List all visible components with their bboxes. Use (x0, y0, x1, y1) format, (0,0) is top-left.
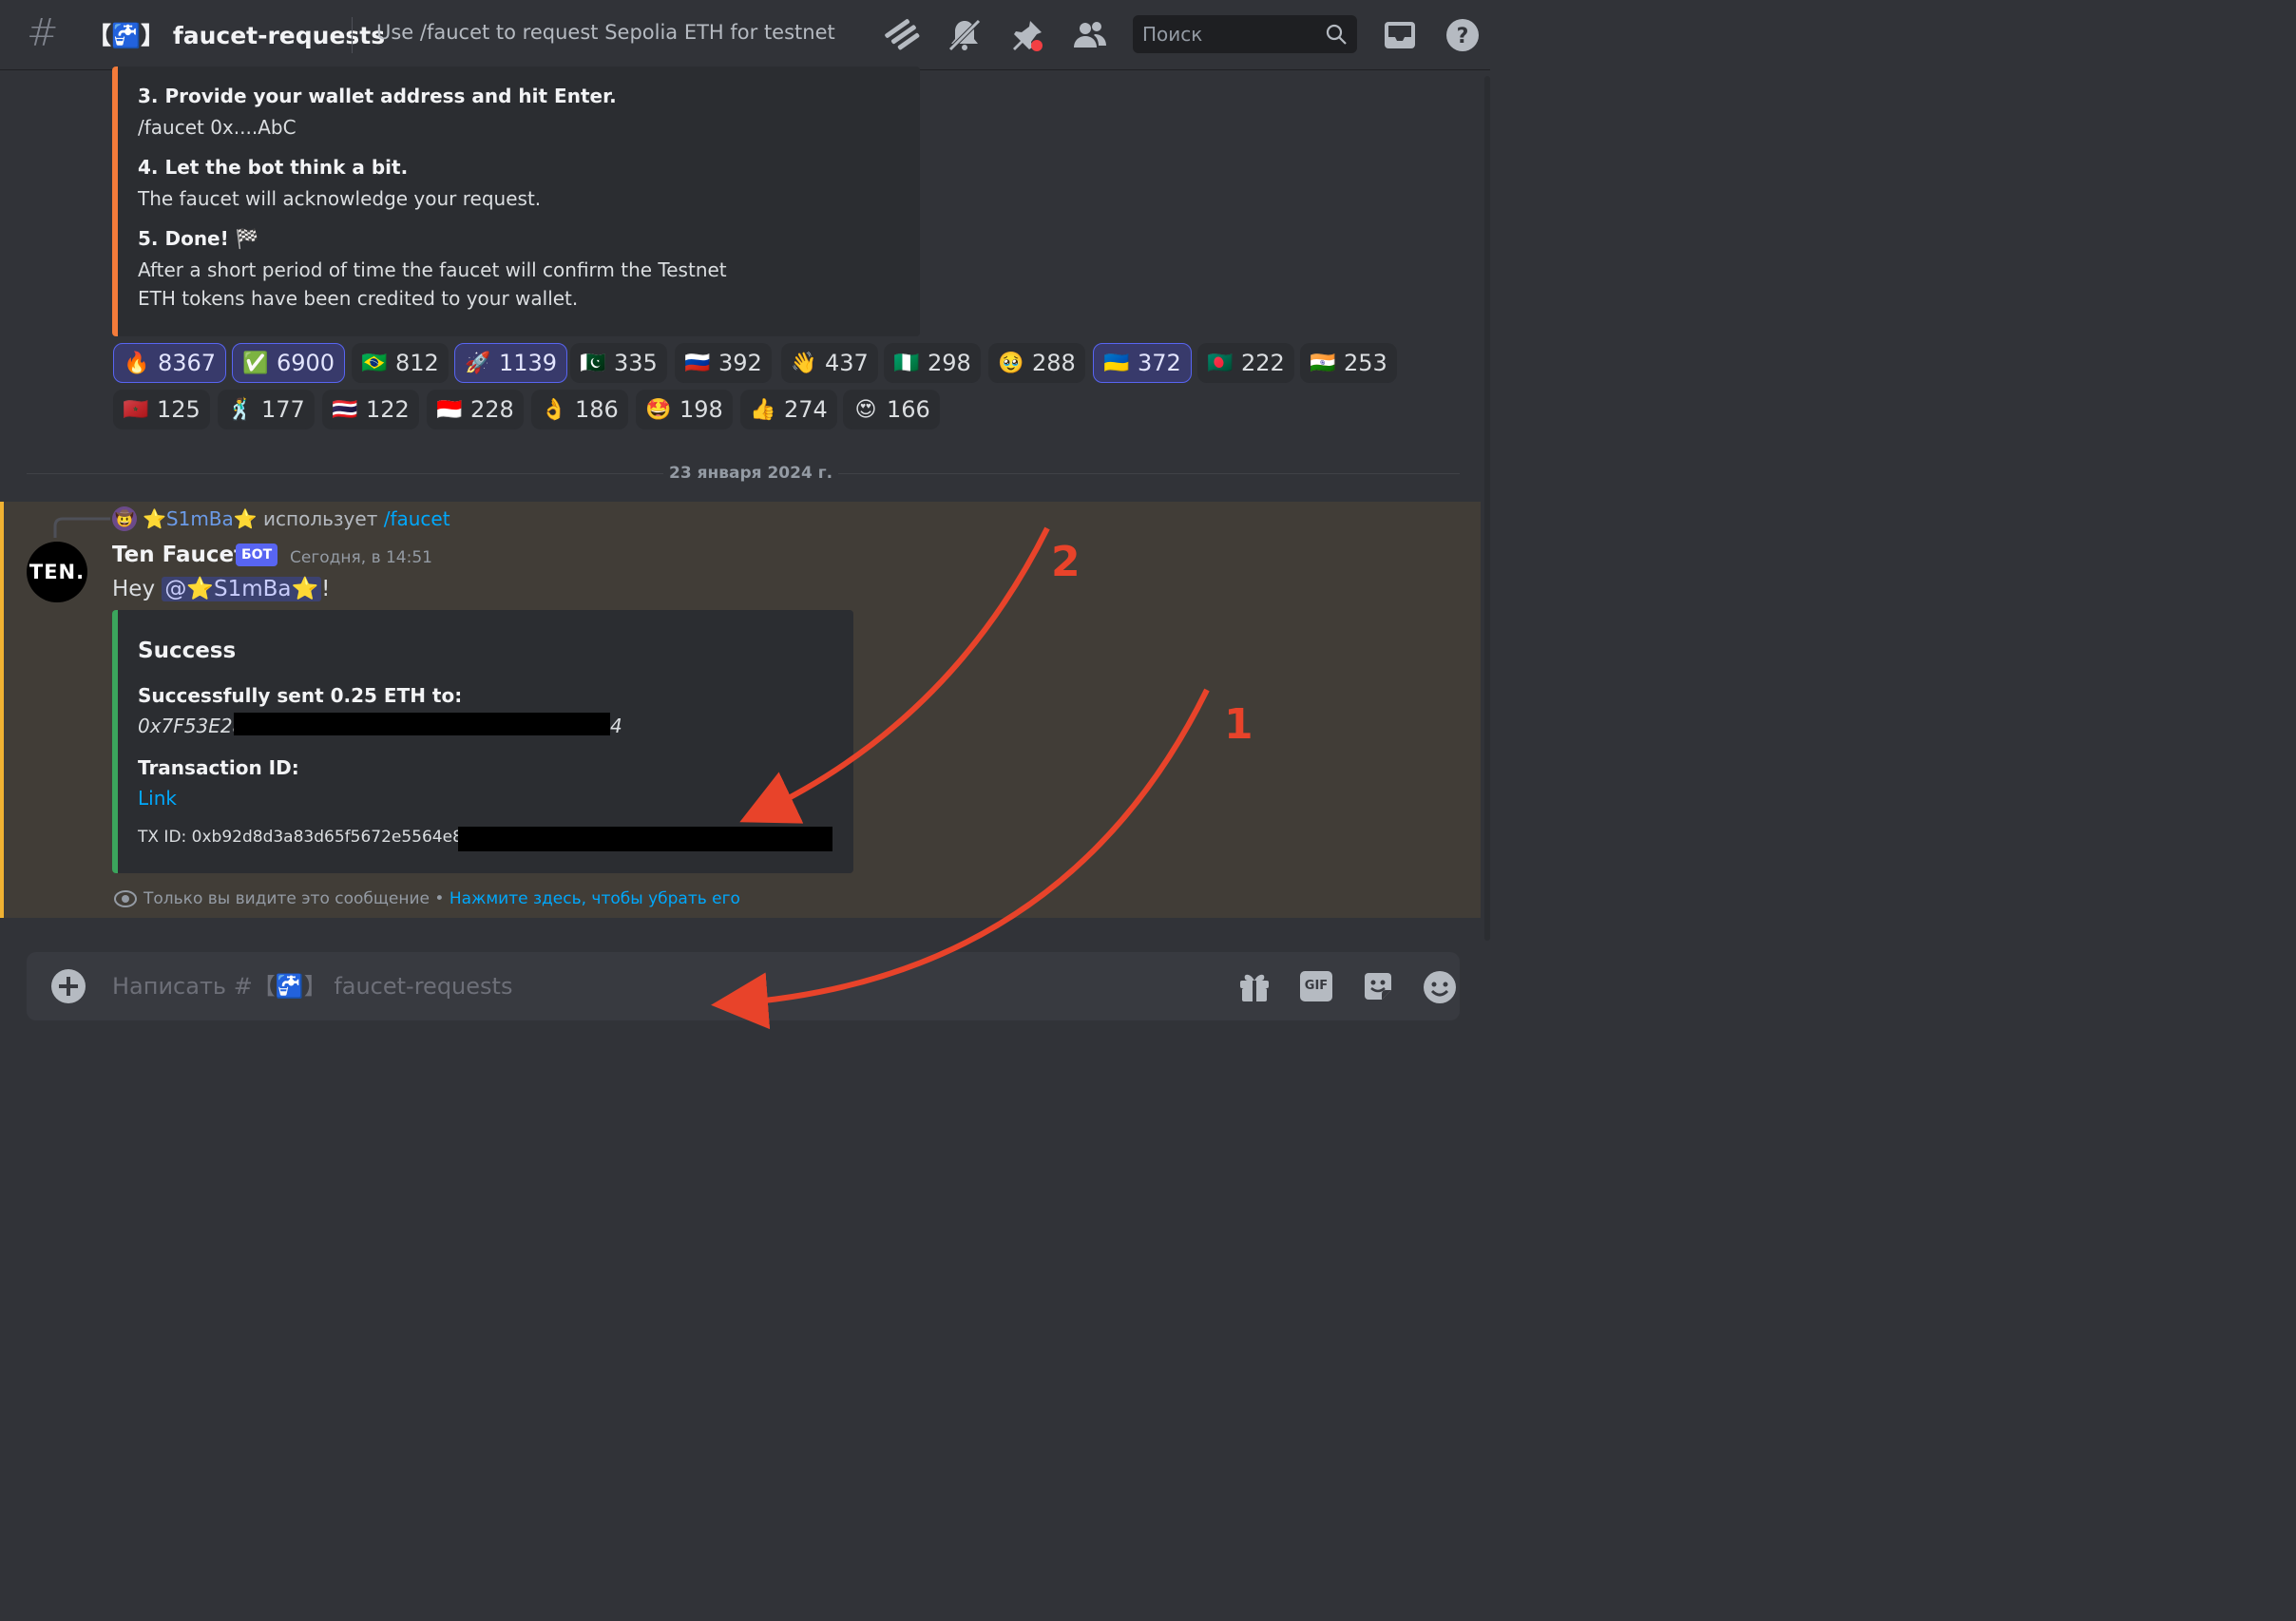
arrow-1 (711, 688, 1210, 1030)
annotation-label-1: 1 (1224, 700, 1253, 749)
annotation-label-2: 2 (1051, 538, 1081, 586)
arrow-2 (739, 526, 1050, 824)
annotation-arrows (711, 526, 1210, 1030)
